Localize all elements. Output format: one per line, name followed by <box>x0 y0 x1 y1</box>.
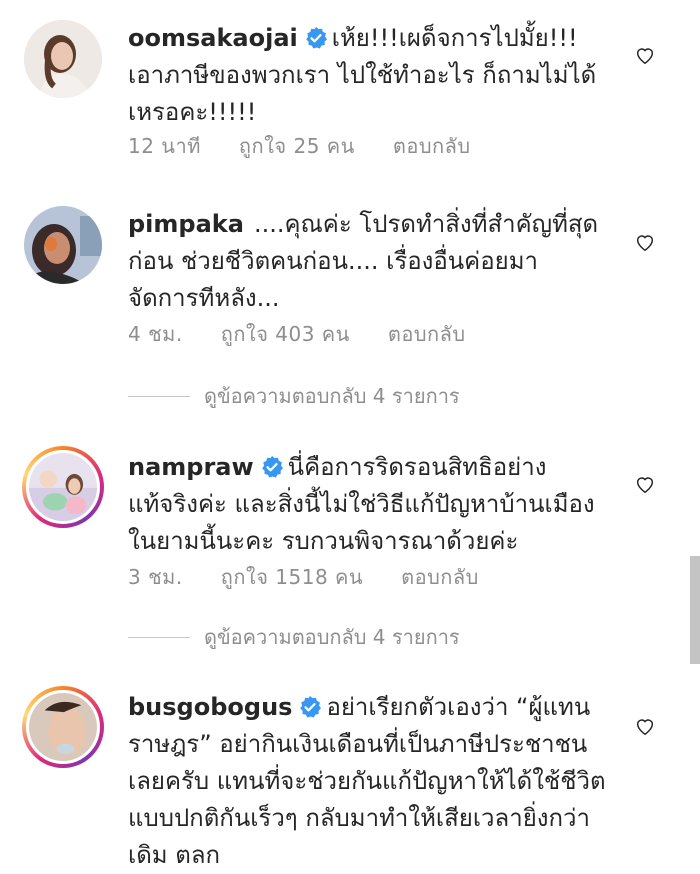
username[interactable]: nampraw <box>128 453 254 481</box>
verified-badge-icon <box>305 27 327 49</box>
user-photo-icon <box>24 206 102 284</box>
view-replies-label: ดูข้อความตอบกลับ 4 รายการ <box>204 625 460 649</box>
verified-badge-icon <box>261 456 283 478</box>
heart-icon[interactable] <box>634 231 656 253</box>
comment-meta: 3 ชม. ถูกใจ 1518 คน ตอบกลับ <box>128 561 479 593</box>
verified-badge-icon <box>300 696 322 718</box>
view-replies-button[interactable]: ดูข้อความตอบกลับ 4 รายการ <box>128 381 460 411</box>
heart-icon[interactable] <box>634 44 656 66</box>
comment-meta: 4 ชม. ถูกใจ 403 คน ตอบกลับ <box>128 318 466 350</box>
view-replies-button[interactable]: ดูข้อความตอบกลับ 4 รายการ <box>128 622 460 652</box>
comment-time: 12 นาที <box>128 134 201 158</box>
divider <box>128 636 190 638</box>
username[interactable]: oomsakaojai <box>128 24 298 52</box>
heart-icon[interactable] <box>634 473 656 495</box>
comment-text-block: nampraw นี่คือการริดรอนสิทธิอย่างแท้จริงค… <box>128 449 608 560</box>
user-photo-icon <box>29 453 97 521</box>
like-count[interactable]: ถูกใจ 403 คน <box>221 318 350 350</box>
divider <box>128 395 190 397</box>
comment-time: 3 ชม. <box>128 565 183 589</box>
avatar[interactable] <box>22 446 104 528</box>
avatar[interactable] <box>24 20 102 98</box>
avatar[interactable] <box>22 686 104 768</box>
username[interactable]: pimpaka <box>128 210 244 238</box>
comment-text-block: oomsakaojai เห้ย!!!เผด็จการไปมั้ย!!! เอาภ… <box>128 20 608 131</box>
avatar-inner <box>26 450 100 524</box>
comment-text-block: busgobogus อย่าเรียกตัวเองว่า “ผู้แทนราษฎ… <box>128 689 608 874</box>
reply-button[interactable]: ตอบกลับ <box>393 130 471 162</box>
comment-meta: 12 นาที ถูกใจ 25 คน ตอบกลับ <box>128 130 471 162</box>
comment-time: 4 ชม. <box>128 322 183 346</box>
reply-button[interactable]: ตอบกลับ <box>388 318 466 350</box>
username[interactable]: busgobogus <box>128 693 292 721</box>
like-count[interactable]: ถูกใจ 25 คน <box>239 130 355 162</box>
heart-icon[interactable] <box>634 715 656 737</box>
avatar-inner <box>26 690 100 764</box>
like-count[interactable]: ถูกใจ 1518 คน <box>221 561 363 593</box>
scrollbar-thumb[interactable] <box>690 556 700 664</box>
view-replies-label: ดูข้อความตอบกลับ 4 รายการ <box>204 384 460 408</box>
reply-button[interactable]: ตอบกลับ <box>401 561 479 593</box>
comment-text-block: pimpaka ....คุณค่ะ โปรดทำสิ่งที่สำคัญที่ส… <box>128 206 608 317</box>
user-photo-icon <box>24 20 102 98</box>
user-photo-icon <box>29 693 97 761</box>
avatar[interactable] <box>24 206 102 284</box>
